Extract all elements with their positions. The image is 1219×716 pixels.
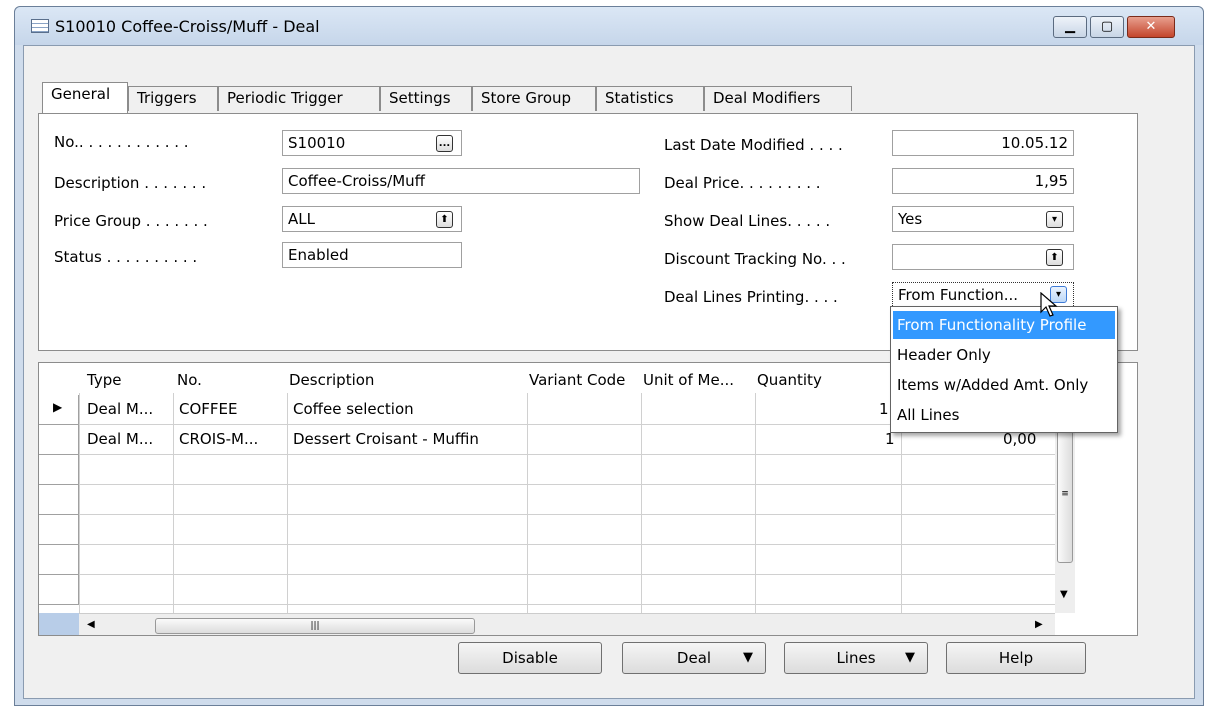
dropdown-option[interactable]: From Functionality Profile <box>893 311 1115 339</box>
tab-general[interactable]: General <box>42 82 128 113</box>
printing-dropdown-list: From Functionality Profile Header Only I… <box>890 306 1118 433</box>
scroll-left-icon[interactable]: ◀ <box>87 619 95 630</box>
minimize-icon: ▁ <box>1065 19 1075 34</box>
grid-corner <box>39 613 79 635</box>
minimize-button[interactable]: ▁ <box>1053 16 1087 38</box>
description-field[interactable]: Coffee-Croiss/Muff <box>282 168 640 194</box>
dropdown-option[interactable]: All Lines <box>893 401 1115 429</box>
lookup-button[interactable]: ... <box>436 135 453 152</box>
tab-settings[interactable]: Settings <box>380 86 472 111</box>
col-type-header[interactable]: Type <box>87 371 121 389</box>
last-date-field[interactable]: 10.05.12 <box>892 130 1074 156</box>
col-variant-header[interactable]: Variant Code <box>529 371 625 389</box>
disable-button-label: Disable <box>502 649 558 667</box>
last-date-label: Last Date Modified . . . . <box>664 136 843 154</box>
form-icon <box>31 19 49 33</box>
col-unit-header[interactable]: Unit of Me... <box>643 371 734 389</box>
close-icon: ✕ <box>1145 19 1157 34</box>
tab-strip: General Triggers Periodic Trigger Settin… <box>42 82 862 114</box>
lines-menu-button[interactable]: Lines ▼ <box>784 642 928 674</box>
row-selector[interactable] <box>39 425 79 455</box>
cell-description: Coffee selection <box>293 400 414 418</box>
price-group-label: Price Group . . . . . . . <box>54 212 208 230</box>
col-quantity-header[interactable]: Quantity <box>757 371 822 389</box>
discount-label: Discount Tracking No. . . <box>664 250 846 268</box>
tab-triggers[interactable]: Triggers <box>128 86 218 111</box>
no-label: No.. . . . . . . . . . . . <box>54 133 189 151</box>
row-selector[interactable] <box>39 545 79 575</box>
status-label: Status . . . . . . . . . . <box>54 248 198 266</box>
cell-type: Deal M... <box>87 400 154 418</box>
help-button-label: Help <box>998 649 1034 667</box>
tab-store-group[interactable]: Store Group <box>472 86 596 111</box>
cell-no: COFFEE <box>179 400 238 418</box>
current-row-icon: ▶ <box>53 400 63 414</box>
deal-menu-button[interactable]: Deal ▼ <box>622 642 766 674</box>
mouse-cursor-icon <box>1040 291 1058 324</box>
cell-quantity: 1 <box>879 400 889 418</box>
table-row <box>39 485 1059 515</box>
window-title: S10010 Coffee-Croiss/Muff - Deal <box>55 17 320 36</box>
deal-button-label: Deal <box>676 649 712 667</box>
tab-periodic-trigger[interactable]: Periodic Trigger <box>218 86 380 111</box>
horizontal-scroll-thumb[interactable]: ||| <box>155 618 475 634</box>
scroll-right-icon[interactable]: ▶ <box>1035 619 1043 630</box>
tab-statistics[interactable]: Statistics <box>596 86 704 111</box>
dropdown-arrow-icon: ▼ <box>905 650 915 665</box>
table-row <box>39 455 1059 485</box>
close-button[interactable]: ✕ <box>1127 16 1175 38</box>
title-bar: S10010 Coffee-Croiss/Muff - Deal ▁ ▢ ✕ <box>15 7 1203 45</box>
up-arrow-icon[interactable]: ⬆ <box>1046 249 1063 266</box>
maximize-icon: ▢ <box>1100 19 1114 34</box>
show-lines-label: Show Deal Lines. . . . . <box>664 212 831 230</box>
chevron-down-icon[interactable]: ▾ <box>1046 211 1063 228</box>
help-button[interactable]: Help <box>946 642 1086 674</box>
status-field[interactable]: Enabled <box>282 242 462 268</box>
maximize-button[interactable]: ▢ <box>1090 16 1124 38</box>
horizontal-scrollbar[interactable]: ◀ ||| ▶ <box>79 613 1055 635</box>
up-arrow-icon[interactable]: ⬆ <box>436 211 453 228</box>
vertical-scroll-thumb[interactable]: ≡ <box>1057 423 1073 563</box>
printing-label: Deal Lines Printing. . . . <box>664 288 838 306</box>
row-selector[interactable] <box>39 485 79 515</box>
col-description-header[interactable]: Description <box>289 371 374 389</box>
no-field[interactable]: S10010 <box>282 130 462 156</box>
row-selector[interactable] <box>39 575 79 605</box>
disable-button[interactable]: Disable <box>458 642 602 674</box>
price-group-field[interactable]: ALL <box>282 206 462 232</box>
cell-description: Dessert Croisant - Muffin <box>293 430 479 448</box>
dropdown-arrow-icon: ▼ <box>743 650 753 665</box>
tab-deal-modifiers[interactable]: Deal Modifiers <box>704 86 852 111</box>
table-row <box>39 545 1059 575</box>
description-label: Description . . . . . . . <box>54 174 207 192</box>
lines-button-label: Lines <box>836 649 876 667</box>
row-selector[interactable] <box>39 455 79 485</box>
scroll-down-icon[interactable]: ▼ <box>1060 589 1068 600</box>
deal-price-label: Deal Price. . . . . . . . . <box>664 174 821 192</box>
col-no-header[interactable]: No. <box>177 371 202 389</box>
deal-price-field[interactable]: 1,95 <box>892 168 1074 194</box>
cell-type: Deal M... <box>87 430 154 448</box>
row-selector[interactable] <box>39 515 79 545</box>
cell-no: CROIS-M... <box>179 430 259 448</box>
table-row <box>39 515 1059 545</box>
row-selector[interactable]: ▶ <box>39 395 79 425</box>
dropdown-option[interactable]: Items w/Added Amt. Only <box>893 371 1115 399</box>
table-row <box>39 575 1059 605</box>
dropdown-option[interactable]: Header Only <box>893 341 1115 369</box>
